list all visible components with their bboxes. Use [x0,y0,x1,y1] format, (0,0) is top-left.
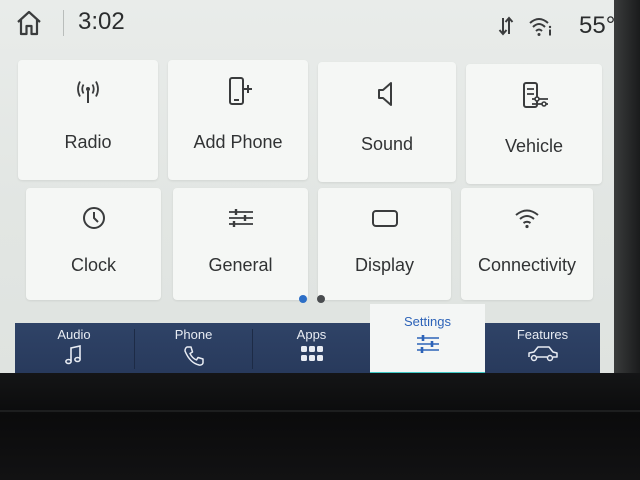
tile-label: Display [354,255,415,275]
status-divider [63,10,64,36]
tile-label: Connectivity [477,255,577,275]
tile-label: Vehicle [504,136,564,156]
infotainment-screen: 3:02 55° Radio Add Phone Sound Vehicle C… [0,0,614,373]
nav-audio[interactable]: Audio [15,323,133,373]
nav-label: Features [516,327,569,342]
tile-display[interactable]: Display [318,188,451,300]
apps-grid-icon [300,344,324,371]
temperature: 55° [579,12,614,39]
music-note-icon [63,344,85,371]
data-transfer-icon [498,14,514,43]
radio-signal-icon [18,76,158,108]
page-indicator-active[interactable] [299,295,307,303]
tile-label: General [208,255,273,275]
phone-icon [182,344,206,373]
nav-label: Audio [57,327,91,342]
nav-apps[interactable]: Apps [253,323,370,373]
display-bezel-bottom [0,373,640,480]
nav-label: Apps [296,327,327,342]
tile-label: Sound [360,134,414,154]
tile-label: Clock [70,255,116,275]
wifi-icon [461,204,593,236]
status-bar: 3:02 55° [0,0,614,48]
clock-time: 3:02 [78,8,125,35]
tile-label: Add Phone [193,132,283,152]
display-bezel-right [614,0,640,380]
sliders-icon [173,204,308,236]
car-icon [527,344,559,369]
tile-clock[interactable]: Clock [26,188,161,300]
add-phone-icon [168,76,308,108]
tile-radio[interactable]: Radio [18,60,158,180]
page-indicator[interactable] [317,295,325,303]
bottom-nav-bar: Audio Phone Apps Features [15,323,600,373]
nav-features[interactable]: Features [485,323,600,373]
home-icon[interactable] [14,8,44,38]
wifi-info-icon [528,14,554,43]
nav-settings[interactable]: Settings [370,304,485,373]
nav-label: Phone [174,327,213,342]
settings-sliders-icon [415,333,441,360]
display-icon [318,204,451,236]
nav-label: Settings [404,314,451,329]
tile-label: Radio [64,132,112,152]
clock-icon [26,204,161,236]
tile-vehicle[interactable]: Vehicle [466,64,602,184]
tile-sound[interactable]: Sound [318,62,456,182]
nav-phone[interactable]: Phone [135,323,252,373]
tile-connectivity[interactable]: Connectivity [461,188,593,300]
vehicle-settings-icon [466,80,602,112]
speaker-icon [318,78,456,110]
bezel-edge [0,410,640,412]
tile-add-phone[interactable]: Add Phone [168,60,308,180]
tile-general[interactable]: General [173,188,308,300]
